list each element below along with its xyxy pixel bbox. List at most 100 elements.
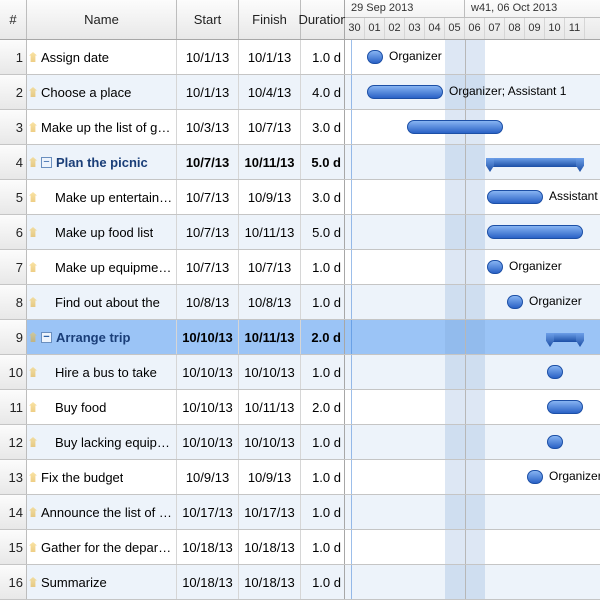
col-header-number[interactable]: # bbox=[0, 0, 27, 39]
task-row[interactable]: 13Fix the budget10/9/1310/9/131.0 dOrgan… bbox=[0, 460, 600, 495]
task-row[interactable]: 4−Plan the picnic10/7/1310/11/135.0 d bbox=[0, 145, 600, 180]
task-start[interactable]: 10/18/13 bbox=[177, 530, 239, 564]
task-name-cell[interactable]: Make up food list bbox=[27, 215, 177, 249]
task-timeline[interactable]: Organizer bbox=[345, 40, 600, 74]
task-row[interactable]: 1Assign date10/1/1310/1/131.0 dOrganizer bbox=[0, 40, 600, 75]
task-row[interactable]: 3Make up the list of guests10/3/1310/7/1… bbox=[0, 110, 600, 145]
task-name-cell[interactable]: Find out about the bbox=[27, 285, 177, 319]
task-name-cell[interactable]: Assign date bbox=[27, 40, 177, 74]
task-finish[interactable]: 10/1/13 bbox=[239, 40, 301, 74]
task-name-cell[interactable]: Fix the budget bbox=[27, 460, 177, 494]
task-start[interactable]: 10/17/13 bbox=[177, 495, 239, 529]
task-timeline[interactable] bbox=[345, 530, 600, 564]
gantt-bar[interactable] bbox=[547, 435, 563, 449]
collapse-icon[interactable]: − bbox=[41, 157, 52, 168]
task-timeline[interactable] bbox=[345, 425, 600, 459]
task-start[interactable]: 10/7/13 bbox=[177, 250, 239, 284]
task-finish[interactable]: 10/11/13 bbox=[239, 320, 301, 354]
task-start[interactable]: 10/7/13 bbox=[177, 215, 239, 249]
task-duration[interactable]: 1.0 d bbox=[301, 355, 345, 389]
task-duration[interactable]: 3.0 d bbox=[301, 180, 345, 214]
collapse-icon[interactable]: − bbox=[41, 332, 52, 343]
task-duration[interactable]: 1.0 d bbox=[301, 40, 345, 74]
task-name-cell[interactable]: Make up equipment list bbox=[27, 250, 177, 284]
task-duration[interactable]: 3.0 d bbox=[301, 110, 345, 144]
task-timeline[interactable]: Organizer bbox=[345, 460, 600, 494]
task-finish[interactable]: 10/18/13 bbox=[239, 530, 301, 564]
task-finish[interactable]: 10/8/13 bbox=[239, 285, 301, 319]
task-name-cell[interactable]: Buy lacking equipment bbox=[27, 425, 177, 459]
task-timeline[interactable] bbox=[345, 565, 600, 599]
task-name-cell[interactable]: Make up entertainment bbox=[27, 180, 177, 214]
gantt-bar[interactable] bbox=[547, 400, 583, 414]
gantt-bar[interactable] bbox=[527, 470, 543, 484]
task-finish[interactable]: 10/9/13 bbox=[239, 460, 301, 494]
task-row[interactable]: 12Buy lacking equipment10/10/1310/10/131… bbox=[0, 425, 600, 460]
gantt-bar[interactable] bbox=[487, 225, 583, 239]
task-row[interactable]: 11Buy food10/10/1310/11/132.0 d bbox=[0, 390, 600, 425]
task-start[interactable]: 10/8/13 bbox=[177, 285, 239, 319]
task-timeline[interactable] bbox=[345, 320, 600, 354]
gantt-bar[interactable] bbox=[507, 295, 523, 309]
task-start[interactable]: 10/3/13 bbox=[177, 110, 239, 144]
task-row[interactable]: 15Gather for the departure10/18/1310/18/… bbox=[0, 530, 600, 565]
task-row[interactable]: 9−Arrange trip10/10/1310/11/132.0 d bbox=[0, 320, 600, 355]
task-name-cell[interactable]: −Arrange trip bbox=[27, 320, 177, 354]
task-start[interactable]: 10/10/13 bbox=[177, 390, 239, 424]
col-header-duration[interactable]: Duration bbox=[301, 0, 345, 39]
gantt-summary-bar[interactable] bbox=[547, 333, 583, 342]
task-timeline[interactable] bbox=[345, 145, 600, 179]
col-header-start[interactable]: Start bbox=[177, 0, 239, 39]
col-header-finish[interactable]: Finish bbox=[239, 0, 301, 39]
gantt-summary-bar[interactable] bbox=[487, 158, 583, 167]
task-duration[interactable]: 2.0 d bbox=[301, 390, 345, 424]
task-timeline[interactable] bbox=[345, 215, 600, 249]
task-start[interactable]: 10/7/13 bbox=[177, 180, 239, 214]
gantt-bar[interactable] bbox=[367, 85, 443, 99]
task-duration[interactable]: 5.0 d bbox=[301, 145, 345, 179]
task-timeline[interactable] bbox=[345, 355, 600, 389]
task-name-cell[interactable]: Summarize bbox=[27, 565, 177, 599]
gantt-bar[interactable] bbox=[407, 120, 503, 134]
task-row[interactable]: 2Choose a place10/1/1310/4/134.0 dOrgani… bbox=[0, 75, 600, 110]
task-finish[interactable]: 10/11/13 bbox=[239, 145, 301, 179]
task-duration[interactable]: 1.0 d bbox=[301, 425, 345, 459]
task-name-cell[interactable]: Gather for the departure bbox=[27, 530, 177, 564]
task-finish[interactable]: 10/11/13 bbox=[239, 390, 301, 424]
task-finish[interactable]: 10/10/13 bbox=[239, 425, 301, 459]
task-row[interactable]: 14Announce the list of the10/17/1310/17/… bbox=[0, 495, 600, 530]
task-duration[interactable]: 5.0 d bbox=[301, 215, 345, 249]
task-duration[interactable]: 4.0 d bbox=[301, 75, 345, 109]
task-name-cell[interactable]: −Plan the picnic bbox=[27, 145, 177, 179]
task-row[interactable]: 6Make up food list10/7/1310/11/135.0 d bbox=[0, 215, 600, 250]
gantt-bar[interactable] bbox=[367, 50, 383, 64]
task-start[interactable]: 10/10/13 bbox=[177, 320, 239, 354]
task-start[interactable]: 10/10/13 bbox=[177, 425, 239, 459]
task-row[interactable]: 16Summarize10/18/1310/18/131.0 d bbox=[0, 565, 600, 600]
task-timeline[interactable] bbox=[345, 390, 600, 424]
task-row[interactable]: 7Make up equipment list10/7/1310/7/131.0… bbox=[0, 250, 600, 285]
task-finish[interactable]: 10/17/13 bbox=[239, 495, 301, 529]
task-finish[interactable]: 10/7/13 bbox=[239, 250, 301, 284]
task-row[interactable]: 8Find out about the10/8/1310/8/131.0 dOr… bbox=[0, 285, 600, 320]
task-duration[interactable]: 2.0 d bbox=[301, 320, 345, 354]
task-finish[interactable]: 10/7/13 bbox=[239, 110, 301, 144]
task-timeline[interactable]: Organizer; Assistant 1 bbox=[345, 75, 600, 109]
task-name-cell[interactable]: Choose a place bbox=[27, 75, 177, 109]
task-timeline[interactable]: Organizer bbox=[345, 250, 600, 284]
task-finish[interactable]: 10/10/13 bbox=[239, 355, 301, 389]
task-start[interactable]: 10/18/13 bbox=[177, 565, 239, 599]
task-timeline[interactable] bbox=[345, 495, 600, 529]
task-timeline[interactable]: Organizer bbox=[345, 285, 600, 319]
task-duration[interactable]: 1.0 d bbox=[301, 460, 345, 494]
task-start[interactable]: 10/10/13 bbox=[177, 355, 239, 389]
task-name-cell[interactable]: Make up the list of guests bbox=[27, 110, 177, 144]
task-name-cell[interactable]: Announce the list of the bbox=[27, 495, 177, 529]
task-start[interactable]: 10/7/13 bbox=[177, 145, 239, 179]
task-duration[interactable]: 1.0 d bbox=[301, 250, 345, 284]
task-timeline[interactable] bbox=[345, 110, 600, 144]
task-duration[interactable]: 1.0 d bbox=[301, 565, 345, 599]
gantt-bar[interactable] bbox=[487, 260, 503, 274]
task-finish[interactable]: 10/11/13 bbox=[239, 215, 301, 249]
task-row[interactable]: 5Make up entertainment10/7/1310/9/133.0 … bbox=[0, 180, 600, 215]
